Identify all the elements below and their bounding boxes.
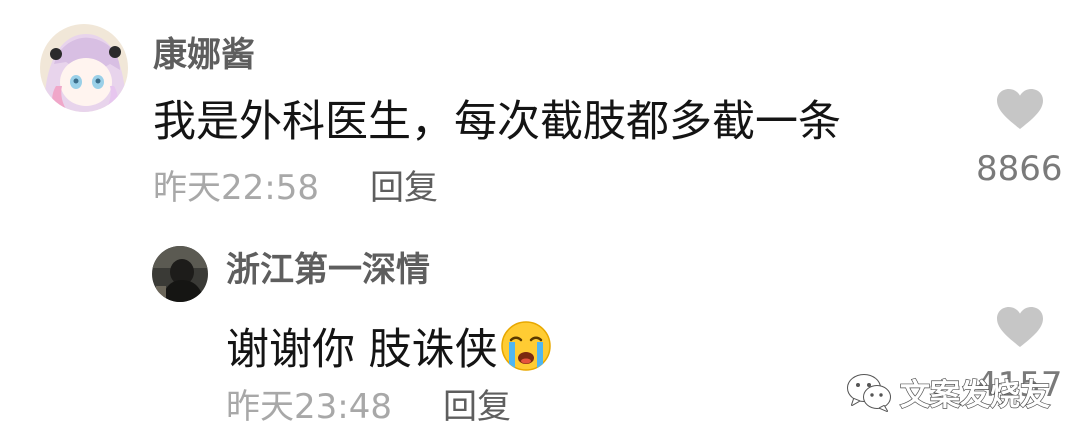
reply-like-heart-icon <box>997 307 1043 347</box>
watermark: 文案发烧友 <box>846 370 1051 414</box>
reply-avatar[interactable] <box>152 246 208 302</box>
comment-like-heart-icon <box>997 89 1043 129</box>
anime-girl-avatar-icon <box>40 24 128 112</box>
heart-icon[interactable] <box>996 88 1044 130</box>
dark-photo-avatar-icon <box>152 246 208 302</box>
reply-heart-icon[interactable] <box>996 306 1044 348</box>
reply-reply-button[interactable]: 回复 <box>443 390 511 424</box>
comment-text: 我是外科医生，每次截肢都多截一条 <box>153 97 841 147</box>
wechat-icon <box>847 374 891 412</box>
comment-username[interactable]: 康娜酱 <box>153 38 255 72</box>
watermark-text: 文案发烧友 <box>899 377 1050 413</box>
avatar[interactable] <box>40 24 128 112</box>
comment-thread: 康娜酱 我是外科医生，每次截肢都多截一条 昨天22:58 回复 8866 浙江第… <box>0 0 1080 438</box>
reply-text-line: 谢谢你 肢诛侠 <box>226 320 552 372</box>
reply-username[interactable]: 浙江第一深情 <box>226 253 430 287</box>
reply-timestamp: 昨天23:48 <box>226 387 392 427</box>
comment-timestamp: 昨天22:58 <box>153 168 319 208</box>
crying-face-emoji-icon <box>500 320 552 372</box>
comment-reply-button[interactable]: 回复 <box>370 171 438 205</box>
comment-like-count: 8866 <box>976 149 1063 189</box>
reply-text: 谢谢你 肢诛侠 <box>226 325 498 375</box>
